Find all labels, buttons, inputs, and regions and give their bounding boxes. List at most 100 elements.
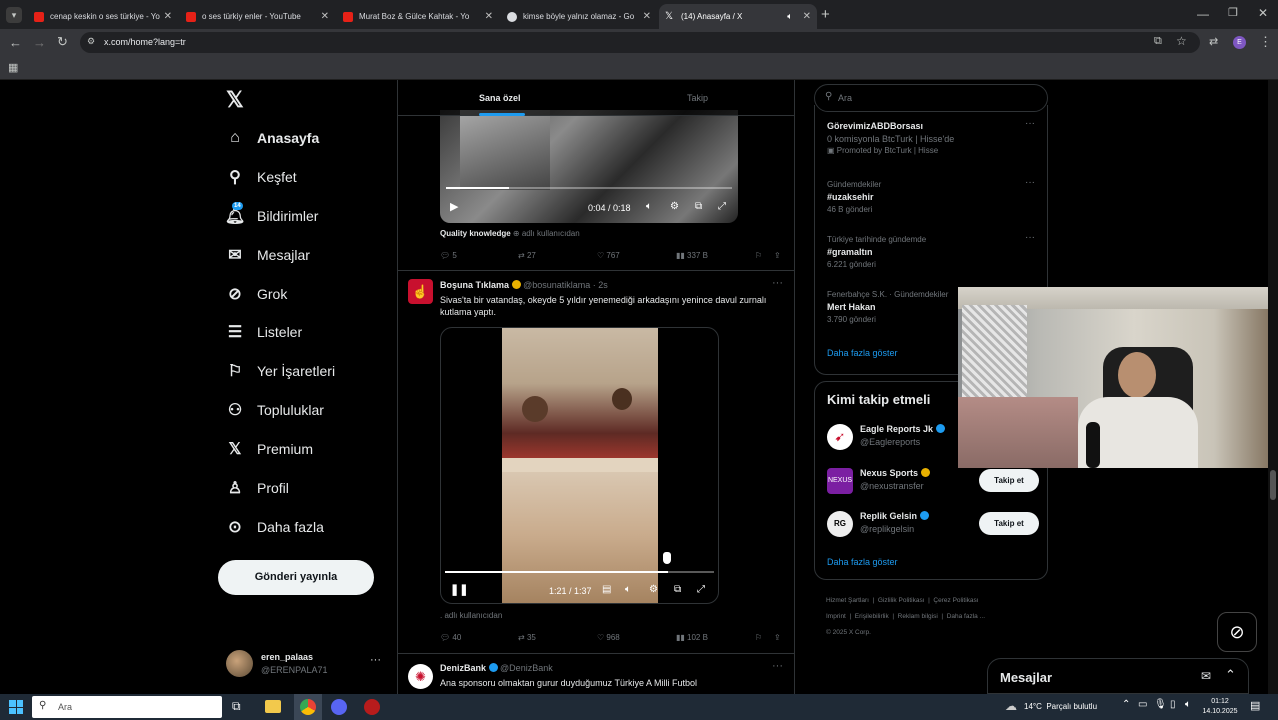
nav-communities[interactable]: ⚇ Topluluklar xyxy=(226,401,324,419)
grok-floating-button[interactable]: ⊘ xyxy=(1217,612,1257,652)
video-player[interactable]: ▶ 0:04 / 0:18 🔈︎ ⚙ ⧉ ⤢ xyxy=(440,110,738,223)
task-view-icon[interactable]: ⧉ xyxy=(232,699,241,714)
chevron-up-icon[interactable]: ⌃ xyxy=(1225,667,1236,683)
apps-grid-icon[interactable]: ▦ xyxy=(8,61,18,74)
page-scrollbar[interactable] xyxy=(1268,80,1278,694)
speaker-icon[interactable]: 🔈︎ xyxy=(787,11,792,22)
messages-drawer[interactable]: Mesajlar ✉ ⌃ xyxy=(987,658,1249,694)
nav-messages[interactable]: ✉ Mesajlar xyxy=(226,246,310,264)
views-count[interactable]: ▮▮ 337 B xyxy=(676,251,708,260)
install-app-icon[interactable]: ⧉ xyxy=(1154,35,1162,48)
nav-home[interactable]: ⌂ Anasayfa xyxy=(226,129,319,147)
trend-item[interactable]: Türkiye tarihinde gündemde #gramaltın 6.… xyxy=(827,232,1037,269)
volume-icon[interactable]: 🔈︎ xyxy=(625,584,631,595)
nav-notifications[interactable]: 🔔︎ 14 Bildirimler xyxy=(225,202,318,225)
app-icon[interactable] xyxy=(364,699,380,715)
browser-tab[interactable]: Murat Boz & Gülce Kahtak - Yo ✕ xyxy=(337,4,499,29)
nav-bookmarks[interactable]: ⚐ Yer İşaretleri xyxy=(226,362,335,380)
settings-icon[interactable]: ⚙ xyxy=(670,201,679,212)
nav-more[interactable]: ⊙ Daha fazla xyxy=(226,518,324,536)
close-tab-icon[interactable]: ✕ xyxy=(643,11,651,22)
site-info-icon[interactable]: ⚙ xyxy=(87,36,95,47)
follow-suggestion[interactable]: NEXUS Nexus Sports @nexustransfer Takip … xyxy=(827,466,1039,496)
share-icon[interactable]: ⇪ xyxy=(774,251,781,260)
repost-button[interactable]: ⇄ 35 xyxy=(518,633,536,642)
browser-tab[interactable]: cenap keskin o ses türkiye - Yo ✕ xyxy=(28,4,178,29)
fullscreen-icon[interactable]: ⤢ xyxy=(718,201,726,212)
views-count[interactable]: ▮▮ 102 B xyxy=(676,633,708,642)
bookmark-icon[interactable]: ⚐ xyxy=(755,633,762,642)
close-tab-icon[interactable]: ✕ xyxy=(321,11,329,22)
battery-icon[interactable]: ▯ xyxy=(1170,699,1176,710)
x-logo-icon[interactable]: 𝕏 xyxy=(226,87,244,113)
network-icon[interactable]: ▭ xyxy=(1138,699,1147,710)
like-button[interactable]: ♡ 968 xyxy=(597,633,620,642)
bookmark-star-icon[interactable]: ☆ xyxy=(1176,34,1187,48)
tab-search-icon[interactable]: ▾ xyxy=(6,7,22,23)
bookmark-icon[interactable]: ⚐ xyxy=(755,251,762,260)
reply-button[interactable]: 💬︎ 40 xyxy=(440,633,461,642)
file-explorer-icon[interactable] xyxy=(265,700,281,713)
nav-profile[interactable]: ♙ Profil xyxy=(226,479,289,497)
more-icon[interactable]: ··· xyxy=(1025,232,1035,243)
minimize-icon[interactable]: — xyxy=(1197,7,1209,21)
captions-icon[interactable]: ▤ xyxy=(602,584,611,595)
start-icon[interactable] xyxy=(9,700,23,714)
play-icon[interactable]: ▶ xyxy=(450,200,458,213)
follow-button[interactable]: Takip et xyxy=(979,469,1039,492)
microphone-icon[interactable]: 🎙︎ xyxy=(1154,699,1167,710)
author-name[interactable]: DenizBank xyxy=(440,663,486,673)
nav-premium[interactable]: 𝕏 Premium xyxy=(226,440,313,458)
tray-chevron-icon[interactable]: ⌃ xyxy=(1122,699,1130,710)
notification-icon[interactable]: ▤ xyxy=(1250,699,1260,712)
more-icon[interactable]: ··· xyxy=(772,660,783,672)
browser-tab[interactable]: kimse böyle yalnız olamaz - Go ✕ xyxy=(501,4,657,29)
tweet[interactable]: ✺ DenizBank @DenizBank ··· Ana sponsoru … xyxy=(398,654,794,694)
back-icon[interactable]: ← xyxy=(9,35,22,50)
video-progress-bar[interactable] xyxy=(446,187,732,189)
nav-lists[interactable]: ☰ Listeler xyxy=(226,323,302,341)
settings-icon[interactable]: ⚙ xyxy=(649,584,658,595)
discord-icon[interactable] xyxy=(331,699,347,715)
close-tab-icon[interactable]: ✕ xyxy=(803,11,811,22)
tweet[interactable]: ☝ Boşuna Tıklama @bosunatiklama · 2s ···… xyxy=(398,271,794,654)
volume-icon[interactable]: 🔈︎ xyxy=(646,201,652,212)
new-tab-icon[interactable]: + xyxy=(821,6,830,23)
trend-item[interactable]: GörevimizABDBorsası 0 komisyonla BtcTurk… xyxy=(827,118,1037,155)
browser-tab[interactable]: o ses türkiy enler - YouTube ✕ xyxy=(180,4,335,29)
browser-tab-active[interactable]: 𝕏 (14) Anasayfa / X 🔈︎ ✕ xyxy=(659,4,817,29)
extensions-icon[interactable]: ⇄ xyxy=(1209,35,1218,48)
repost-button[interactable]: ⇄ 27 xyxy=(518,251,536,260)
nav-grok[interactable]: ⊘ Grok xyxy=(226,285,287,303)
pip-icon[interactable]: ⧉ xyxy=(674,584,681,595)
fullscreen-icon[interactable]: ⤢ xyxy=(697,584,705,595)
reply-button[interactable]: 💬︎ 5 xyxy=(440,251,457,260)
browser-menu-icon[interactable]: ⋮ xyxy=(1259,34,1272,50)
forward-icon[interactable]: → xyxy=(33,35,46,50)
show-more-link[interactable]: Daha fazla göster xyxy=(827,348,898,358)
taskbar-search-input[interactable]: ⚲ Ara xyxy=(32,696,222,718)
author-name[interactable]: Boşuna Tıklama xyxy=(440,280,509,290)
video-player[interactable]: ❚❚ 1:21 / 1:37 ▤ 🔈︎ ⚙ ⧉ ⤢ xyxy=(440,327,719,604)
pause-icon[interactable]: ❚❚ xyxy=(450,583,468,596)
share-icon[interactable]: ⇪ xyxy=(774,633,781,642)
like-button[interactable]: ♡ 767 xyxy=(597,251,620,260)
video-progress-bar[interactable] xyxy=(445,571,714,573)
trend-item[interactable]: Gündemdekiler #uzaksehir 46 B gönderi ··… xyxy=(827,177,1037,214)
more-icon[interactable]: ··· xyxy=(772,277,783,289)
close-tab-icon[interactable]: ✕ xyxy=(485,11,493,22)
pip-icon[interactable]: ⧉ xyxy=(695,201,702,212)
profile-avatar[interactable]: E xyxy=(1233,36,1246,49)
nav-explore[interactable]: ⚲ Keşfet xyxy=(226,168,297,186)
more-icon[interactable]: ··· xyxy=(1025,118,1035,129)
close-window-icon[interactable]: ✕ xyxy=(1258,6,1268,20)
reload-icon[interactable]: ↻ xyxy=(57,34,68,50)
weather-text[interactable]: 14°C Parçalı bulutlu xyxy=(1024,702,1097,711)
more-icon[interactable]: ··· xyxy=(1025,177,1035,188)
volume-icon[interactable]: 🔈︎ xyxy=(1185,699,1191,710)
follow-suggestion[interactable]: RG Replik Gelsin @replikgelsin Takip et xyxy=(827,509,1039,539)
follow-button[interactable]: Takip et xyxy=(979,512,1039,535)
close-tab-icon[interactable]: ✕ xyxy=(164,11,172,22)
url-bar[interactable]: ⚙ x.com/home?lang=tr ⧉ ☆ xyxy=(80,32,1200,53)
clock[interactable]: 01:12 14.10.2025 xyxy=(1202,697,1238,717)
